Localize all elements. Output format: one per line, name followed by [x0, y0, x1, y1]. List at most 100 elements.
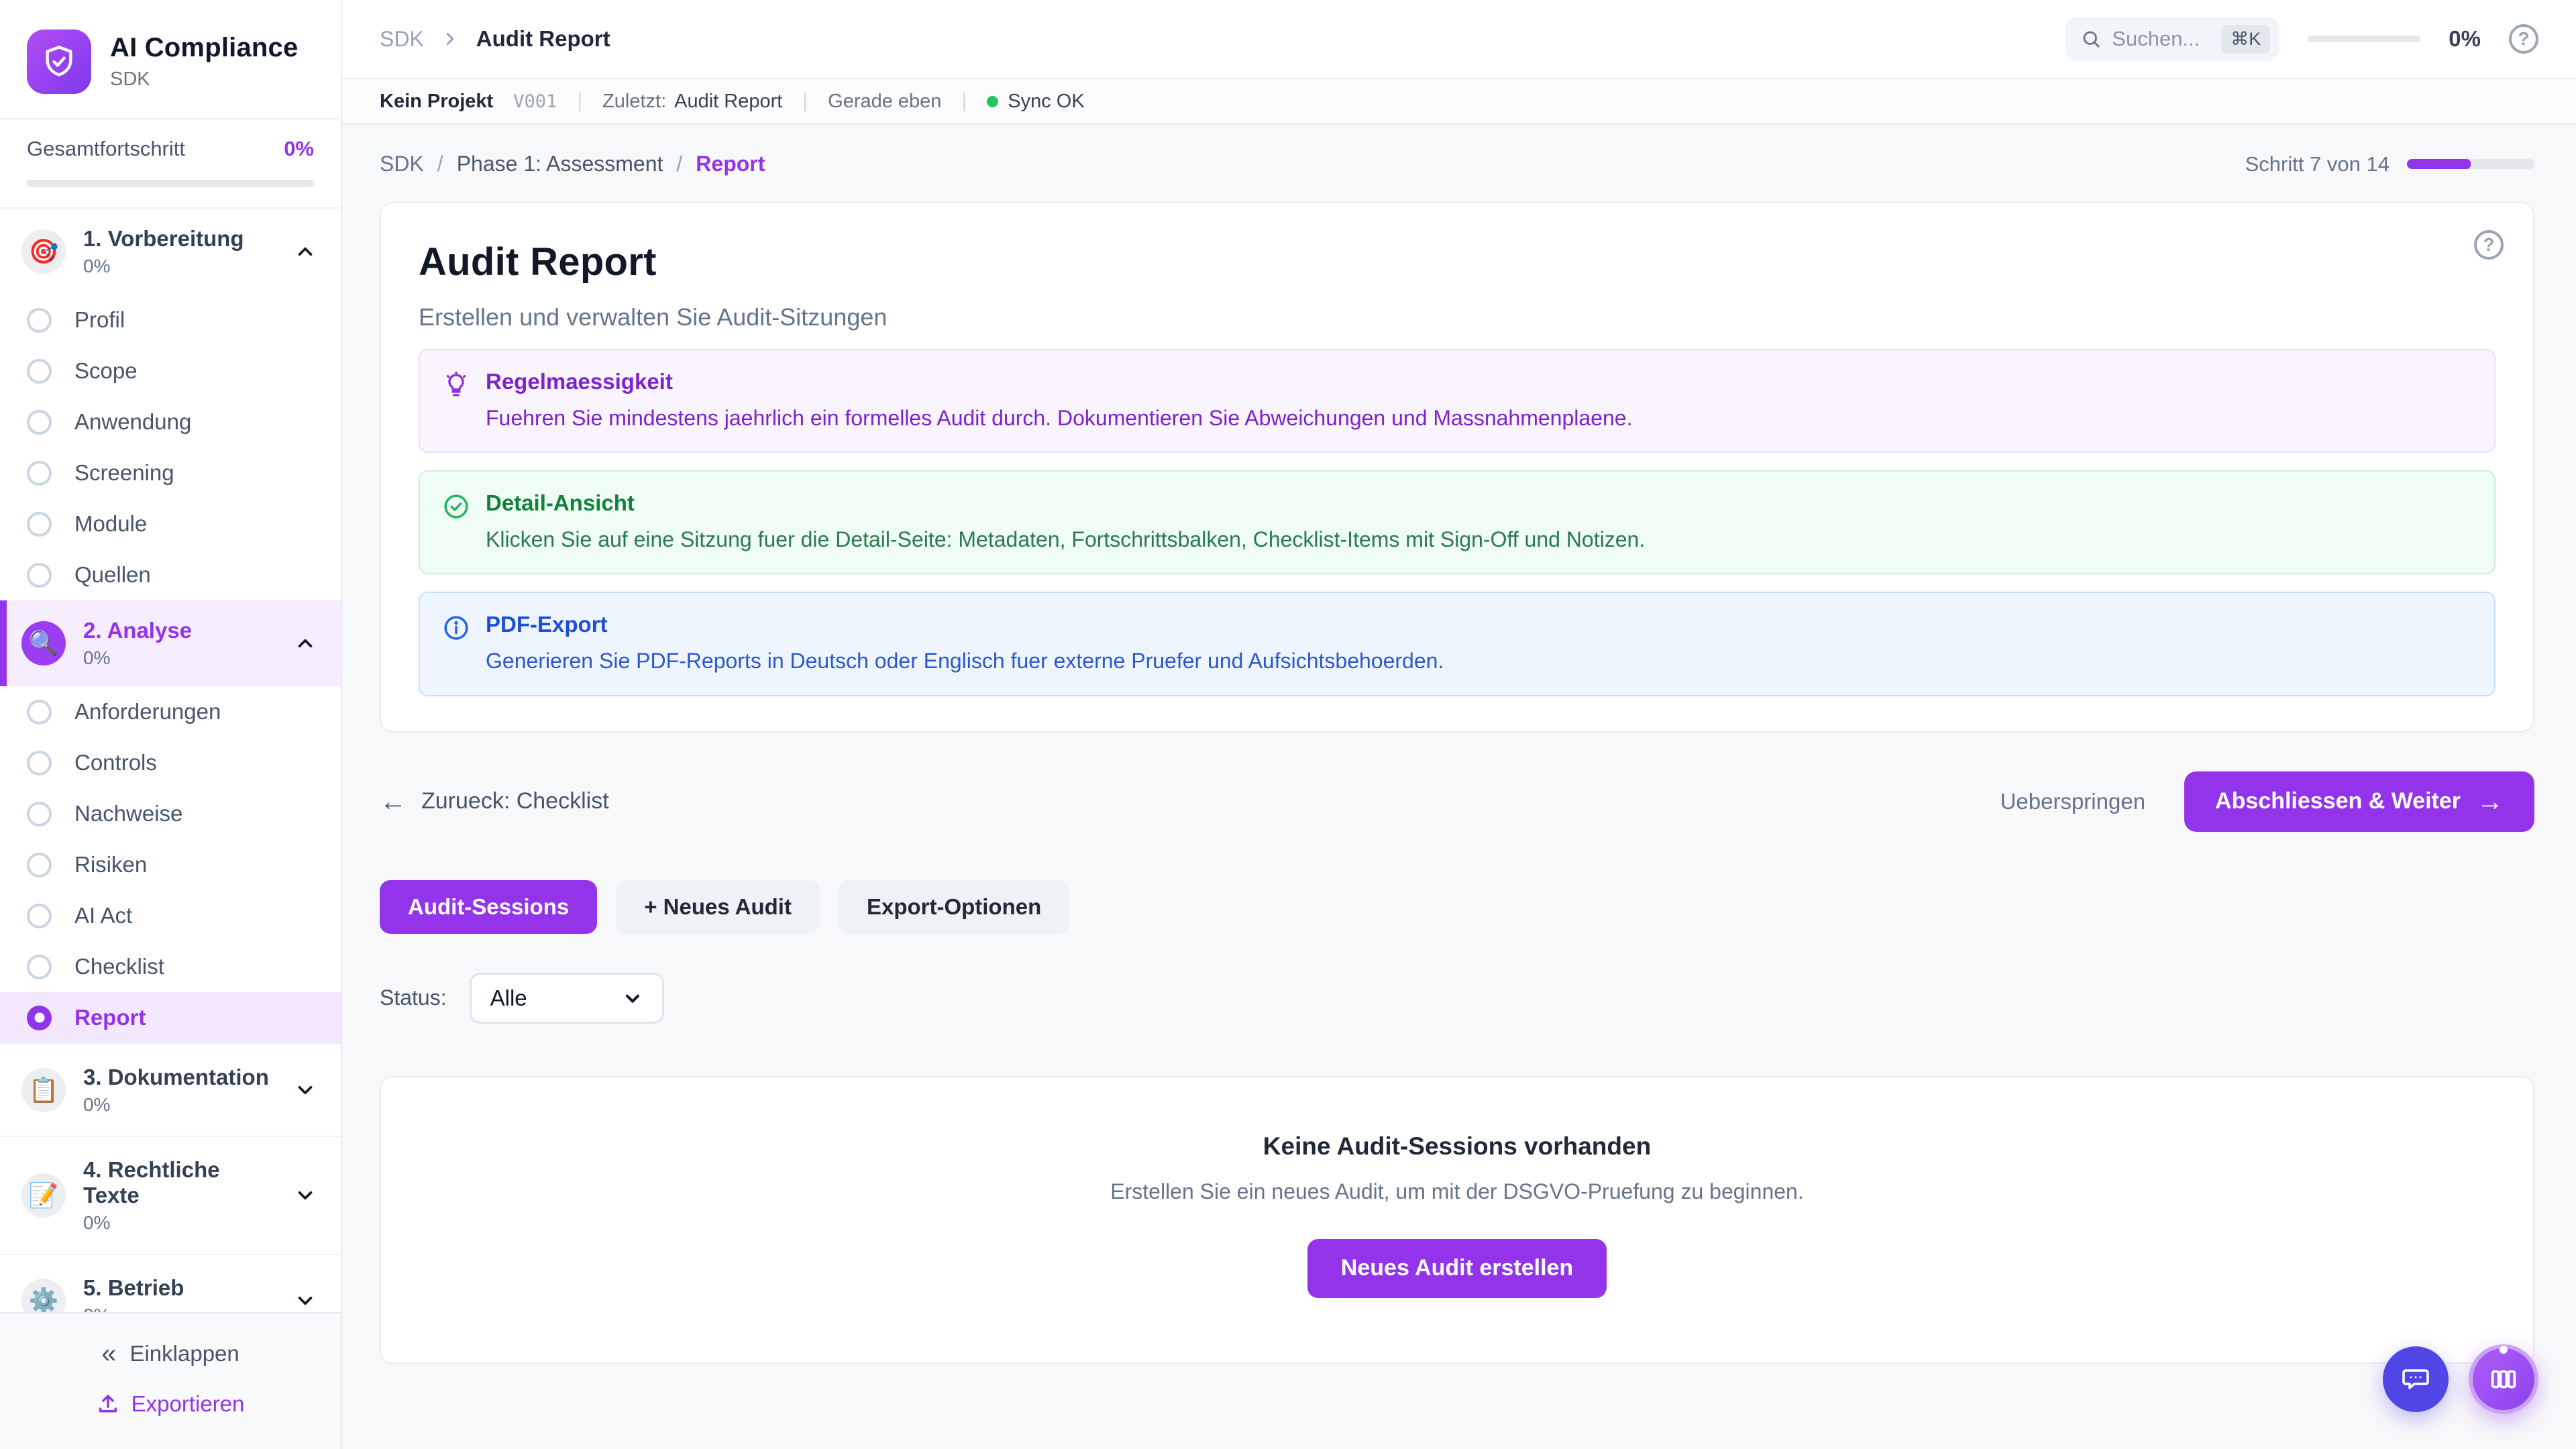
section-emoji: 📝 — [29, 1181, 59, 1210]
app-identity: AI Compliance SDK — [110, 33, 298, 91]
search-placeholder: Suchen... — [2112, 27, 2210, 51]
sidebar-item-anwendung[interactable]: Anwendung — [0, 396, 341, 447]
breadcrumb-phase[interactable]: Phase 1: Assessment — [457, 152, 663, 176]
radio-circle-icon — [27, 410, 52, 435]
sidebar-section-betrieb[interactable]: ⚙️ 5. Betrieb 0% — [0, 1254, 341, 1312]
back-button[interactable]: ← Zurueck: Checklist — [380, 788, 609, 815]
tab-export-optionen[interactable]: Export-Optionen — [839, 880, 1069, 934]
radio-circle-icon — [27, 512, 52, 537]
sync-status: Sync OK — [987, 91, 1084, 113]
columns-icon — [2488, 1364, 2519, 1395]
sidebar-item-label: Scope — [74, 358, 138, 384]
sync-status-dot — [987, 96, 998, 107]
chat-button[interactable] — [2383, 1346, 2449, 1412]
sidebar-section-dokumentation[interactable]: 📋 3. Dokumentation 0% — [0, 1043, 341, 1136]
radio-circle-icon — [27, 802, 52, 826]
chevron-up-icon — [294, 632, 317, 655]
wizard-progress-fill — [2407, 159, 2471, 169]
create-audit-button[interactable]: Neues Audit erstellen — [1307, 1239, 1607, 1298]
wizard-step-label: Schritt 7 von 14 — [2245, 152, 2390, 176]
card-help-icon[interactable]: ? — [2474, 230, 2504, 260]
magnifier-emoji-icon: 🔍 — [21, 621, 66, 665]
sidebar-item-report[interactable]: Report — [0, 992, 341, 1043]
section-label: 1. Vorbereitung — [83, 226, 276, 252]
status-select[interactable]: Alle — [470, 973, 664, 1024]
topbar: SDK Audit Report Suchen... ⌘K 0% ? — [342, 0, 2576, 79]
chevron-down-icon — [294, 1184, 317, 1207]
finish-next-button[interactable]: Abschliessen & Weiter → — [2184, 771, 2534, 832]
chevron-right-icon — [440, 29, 460, 49]
finish-next-label: Abschliessen & Weiter — [2215, 788, 2461, 814]
sidebar-item-label: Risiken — [74, 852, 147, 877]
chevron-up-icon — [294, 240, 317, 263]
tab-neues-audit[interactable]: + Neues Audit — [616, 880, 820, 934]
breadcrumb-separator: / — [437, 152, 443, 176]
divider: | — [961, 90, 967, 113]
sidebar-section-rechtliche-texte[interactable]: 📝 4. Rechtliche Texte 0% — [0, 1136, 341, 1254]
radio-circle-icon — [27, 461, 52, 486]
sidebar-nav: 🎯 1. Vorbereitung 0% Profil Scope Anwend… — [0, 207, 341, 1312]
sidebar-item-screening[interactable]: Screening — [0, 447, 341, 498]
sidebar-item-module[interactable]: Module — [0, 498, 341, 549]
help-glyph: ? — [2483, 234, 2494, 256]
context-bar: Kein Projekt V001 | Zuletzt: Audit Repor… — [342, 79, 2576, 125]
breadcrumb-root[interactable]: SDK — [380, 27, 424, 52]
sidebar-item-ai-act[interactable]: AI Act — [0, 890, 341, 941]
tab-audit-sessions[interactable]: Audit-Sessions — [380, 880, 597, 934]
collapse-sidebar-button[interactable]: « Einklappen — [101, 1340, 239, 1367]
sidebar-item-label: Screening — [74, 460, 174, 486]
sidebar-item-label: Module — [74, 511, 147, 537]
help-icon[interactable]: ? — [2509, 24, 2538, 54]
shield-check-icon — [42, 44, 76, 79]
sidebar-item-label: Quellen — [74, 562, 151, 588]
sidebar-item-risiken[interactable]: Risiken — [0, 839, 341, 890]
board-columns-button[interactable] — [2469, 1344, 2538, 1414]
info-box-title: Detail-Ansicht — [486, 490, 1645, 516]
section-label: 2. Analyse — [83, 618, 276, 643]
sidebar-item-label: Nachweise — [74, 801, 182, 826]
section-emoji: ⚙️ — [29, 1287, 59, 1312]
keyboard-shortcut-badge: ⌘K — [2221, 25, 2270, 54]
wizard-progress: Schritt 7 von 14 — [2245, 152, 2534, 176]
sidebar-section-vorbereitung[interactable]: 🎯 1. Vorbereitung 0% — [0, 209, 341, 294]
double-chevron-left-icon: « — [101, 1340, 116, 1367]
floating-buttons — [2383, 1344, 2538, 1414]
section-percent: 0% — [83, 1305, 276, 1312]
version-badge: V001 — [513, 91, 557, 112]
sidebar-item-checklist[interactable]: Checklist — [0, 941, 341, 992]
sidebar-item-controls[interactable]: Controls — [0, 737, 341, 788]
sidebar-footer: « Einklappen Exportieren — [0, 1312, 341, 1449]
info-box-detail-ansicht: Detail-Ansicht Klicken Sie auf eine Sitz… — [419, 470, 2496, 574]
sidebar-item-label: Checklist — [74, 954, 164, 979]
divider: | — [577, 90, 582, 113]
page-content: SDK / Phase 1: Assessment / Report Schri… — [342, 125, 2576, 1449]
info-box-description: Generieren Sie PDF-Reports in Deutsch od… — [486, 647, 1444, 676]
clipboard-emoji-icon: 📋 — [21, 1068, 66, 1112]
sidebar-item-scope[interactable]: Scope — [0, 345, 341, 396]
audit-report-card: Audit Report Erstellen und verwalten Sie… — [380, 202, 2534, 733]
app-logo — [27, 30, 91, 94]
search-icon — [2081, 29, 2101, 49]
back-label: Zurueck: Checklist — [421, 788, 609, 814]
sidebar-item-anforderungen[interactable]: Anforderungen — [0, 686, 341, 737]
arrow-left-icon: ← — [380, 788, 407, 815]
skip-button[interactable]: Ueberspringen — [2000, 789, 2145, 814]
topbar-breadcrumb: SDK Audit Report — [380, 26, 610, 52]
info-circle-icon — [443, 614, 470, 641]
search-input[interactable]: Suchen... ⌘K — [2065, 17, 2279, 61]
gear-emoji-icon: ⚙️ — [21, 1279, 66, 1312]
topbar-progress-bar — [2308, 36, 2420, 42]
sidebar-item-label: Profil — [74, 307, 125, 333]
last-sync-time: Gerade eben — [828, 91, 941, 113]
overall-progress-label: Gesamtfortschritt — [27, 137, 185, 161]
arrow-right-icon: → — [2477, 788, 2504, 815]
sidebar-section-analyse[interactable]: 🔍 2. Analyse 0% — [0, 600, 341, 686]
sidebar-item-profil[interactable]: Profil — [0, 294, 341, 345]
sidebar-item-label: Anforderungen — [74, 699, 221, 724]
sidebar-item-label: Anwendung — [74, 409, 191, 435]
sidebar-item-quellen[interactable]: Quellen — [0, 549, 341, 600]
sidebar-item-nachweise[interactable]: Nachweise — [0, 788, 341, 839]
breadcrumb-sdk[interactable]: SDK — [380, 152, 424, 176]
export-button[interactable]: Exportieren — [97, 1391, 245, 1417]
main-area: SDK Audit Report Suchen... ⌘K 0% ? Kein … — [342, 0, 2576, 1449]
